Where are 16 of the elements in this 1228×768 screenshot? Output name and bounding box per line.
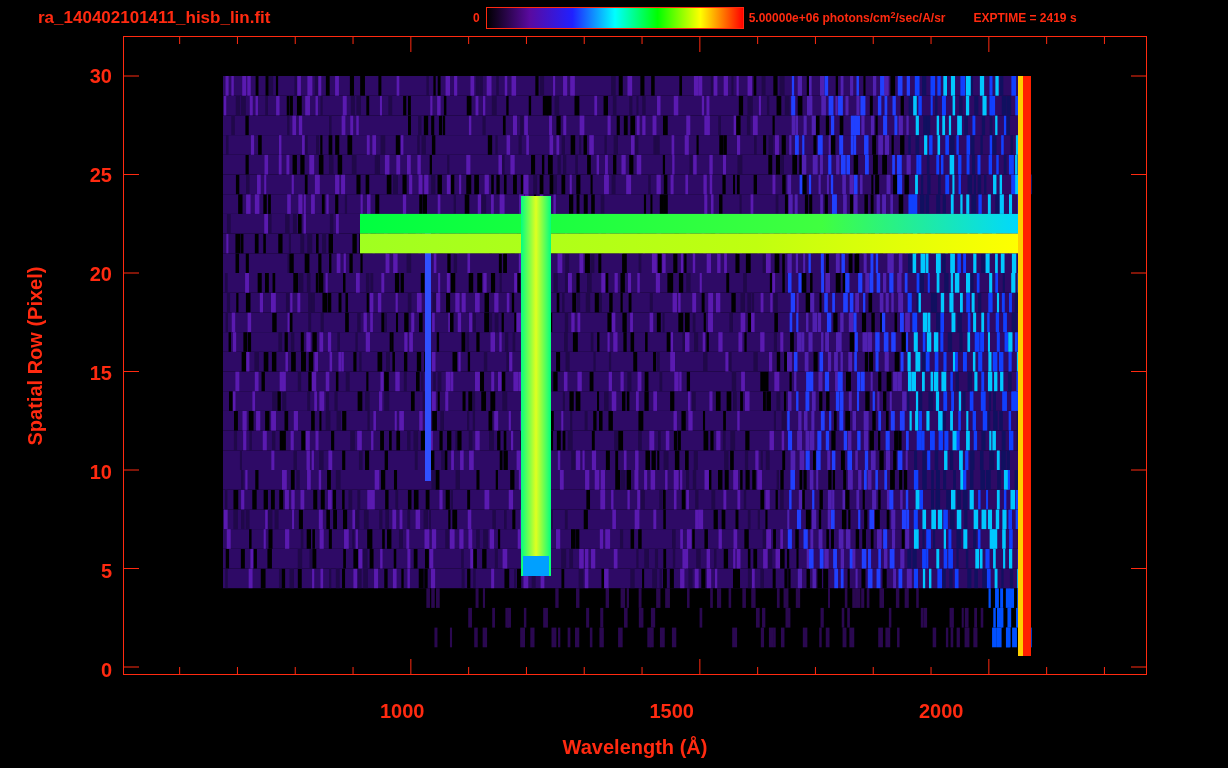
colorbar-min-label: 0 (473, 10, 480, 26)
x-tick-label: 1000 (380, 699, 425, 724)
x-tick-label: 2000 (919, 699, 964, 724)
exposure-time: EXPTIME = 2419 s (973, 10, 1077, 26)
y-tick-label: 20 (89, 262, 112, 286)
y-tick-label: 10 (89, 460, 112, 484)
y-axis-label: Spatial Row (Pixel) (23, 266, 47, 445)
x-axis-label: Wavelength (Å) (562, 735, 708, 760)
x-tick-label: 1500 (649, 699, 694, 724)
y-tick-label: 15 (89, 361, 112, 385)
y-tick-label: 0 (100, 658, 112, 682)
y-tick-label: 25 (89, 163, 112, 187)
y-tick-label: 30 (89, 64, 112, 88)
file-title: ra_140402101411_hisb_lin.fit (38, 6, 272, 29)
colorbar-max-label: 5.00000e+06 photons/cm$^{2}$/sec/A/sr (748, 10, 946, 26)
y-tick-label: 5 (100, 559, 112, 583)
